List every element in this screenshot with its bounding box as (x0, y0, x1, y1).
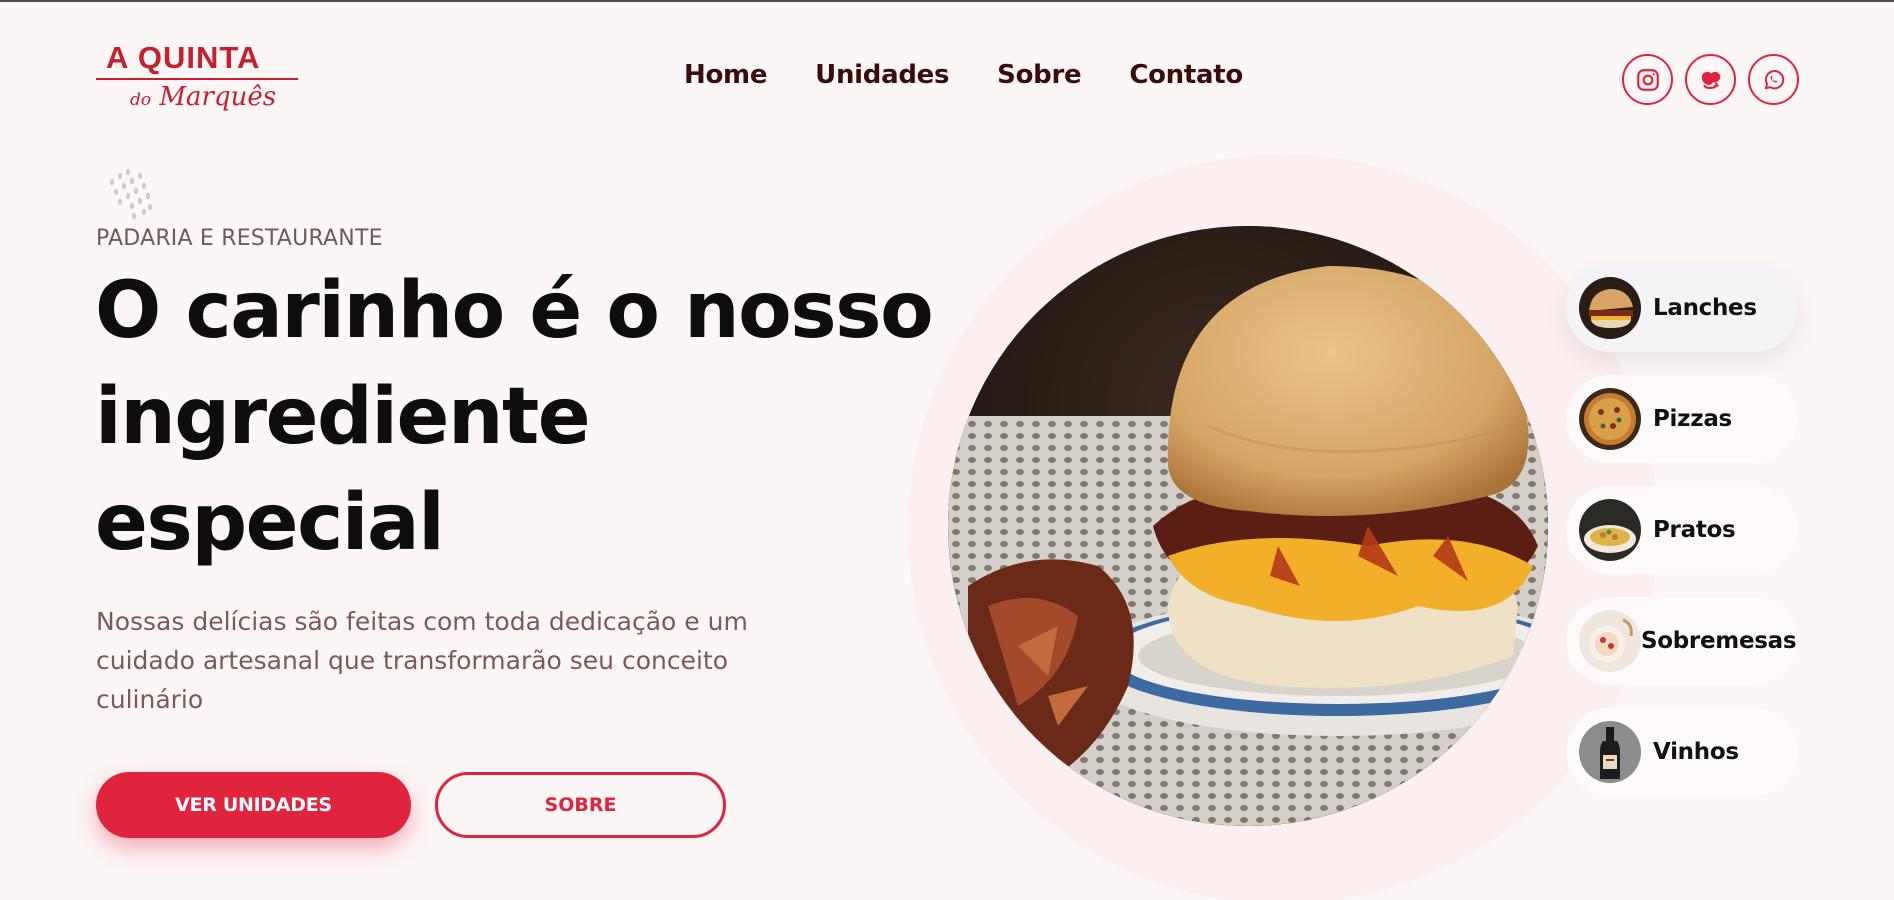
ifood-button[interactable] (1685, 54, 1736, 105)
category-sobremesas[interactable]: Sobremesas (1566, 597, 1798, 685)
lanches-thumbnail (1579, 277, 1641, 339)
main-nav: Home Unidades Sobre Contato (684, 60, 1243, 90)
pratos-thumbnail (1579, 499, 1641, 561)
nav-home[interactable]: Home (684, 60, 767, 90)
hero-description: Nossas delícias são feitas com toda dedi… (96, 607, 748, 714)
hero-burger-image (948, 226, 1548, 826)
category-label: Pizzas (1653, 406, 1732, 432)
sobre-button[interactable]: SOBRE (435, 772, 726, 838)
ver-unidades-button[interactable]: VER UNIDADES (96, 772, 411, 838)
vinhos-thumbnail (1579, 721, 1641, 783)
sobremesas-thumbnail (1579, 610, 1641, 672)
headline-line-3: especial (95, 478, 445, 568)
logo-text-prefix: do (130, 90, 152, 110)
brand-logo[interactable]: A QUINTA do Marquês (96, 40, 302, 120)
category-label: Pratos (1653, 517, 1736, 543)
instagram-icon (1636, 68, 1659, 91)
whatsapp-icon (1764, 69, 1784, 89)
whatsapp-button[interactable] (1748, 54, 1799, 105)
decorative-dots (109, 168, 153, 220)
category-label: Vinhos (1653, 739, 1739, 765)
category-pizzas[interactable]: Pizzas (1566, 375, 1798, 463)
logo-rule (96, 78, 298, 80)
headline-line-1: O carinho é o nosso (95, 266, 934, 356)
logo-text-main: A QUINTA (106, 40, 261, 75)
instagram-button[interactable] (1622, 54, 1673, 105)
ifood-icon (1701, 71, 1720, 89)
category-label: Lanches (1653, 295, 1757, 321)
burger-illustration (948, 226, 1548, 826)
category-list: Lanches Pizzas Pratos Sobremesas Vinhos (1566, 264, 1798, 819)
nav-sobre[interactable]: Sobre (997, 60, 1081, 90)
category-label: Sobremesas (1641, 628, 1797, 654)
hero-kicker: PADARIA E RESTAURANTE (96, 226, 383, 251)
pizzas-thumbnail (1579, 388, 1641, 450)
category-lanches[interactable]: Lanches (1566, 264, 1798, 352)
category-pratos[interactable]: Pratos (1566, 486, 1798, 574)
hero-headline: O carinho é o nosso ingrediente especial (95, 258, 955, 576)
nav-unidades[interactable]: Unidades (815, 60, 949, 90)
headline-line-2: ingrediente (95, 372, 591, 462)
nav-contato[interactable]: Contato (1129, 60, 1243, 90)
social-links (1622, 54, 1799, 105)
category-vinhos[interactable]: Vinhos (1566, 708, 1798, 796)
logo-text-script: do Marquês (130, 82, 276, 112)
logo-text-name: Marquês (159, 82, 277, 112)
